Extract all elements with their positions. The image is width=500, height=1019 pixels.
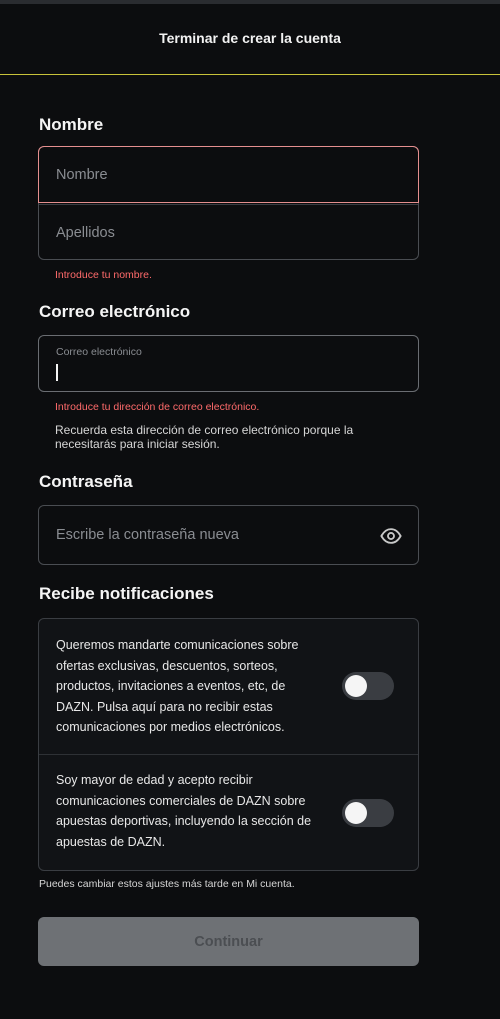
name-error-message: Introduce tu nombre. — [55, 269, 152, 281]
password-section-label: Contraseña — [39, 472, 133, 491]
toggle-knob — [345, 802, 367, 824]
email-section-label: Correo electrónico — [39, 302, 191, 321]
first-name-input[interactable]: Nombre — [38, 146, 419, 203]
notification-option: Queremos mandarte comunicaciones sobre o… — [39, 619, 418, 755]
betting-toggle[interactable] — [342, 799, 394, 827]
toggle-knob — [345, 675, 367, 697]
password-input[interactable]: Escribe la contraseña nueva — [38, 505, 419, 565]
settings-footnote: Puedes cambiar estos ajustes más tarde e… — [39, 878, 295, 890]
page-title: Terminar de crear la cuenta — [159, 30, 341, 46]
name-field-group: Nombre Apellidos — [38, 146, 419, 260]
notification-option: Soy mayor de edad y acepto recibir comun… — [39, 755, 418, 870]
last-name-input[interactable]: Apellidos — [39, 204, 418, 261]
notifications-section-label: Recibe notificaciones — [39, 584, 214, 603]
last-name-placeholder: Apellidos — [56, 225, 115, 241]
email-field-label: Correo electrónico — [56, 346, 142, 358]
name-section-label: Nombre — [39, 115, 104, 134]
notification-option-text: Queremos mandarte comunicaciones sobre o… — [56, 638, 299, 734]
eye-icon[interactable] — [380, 525, 402, 547]
notifications-panel: Queremos mandarte comunicaciones sobre o… — [38, 618, 419, 871]
first-name-placeholder: Nombre — [56, 166, 108, 183]
email-error-message: Introduce tu dirección de correo electró… — [55, 401, 260, 413]
page-header: Terminar de crear la cuenta — [0, 4, 500, 75]
notification-option-text: Soy mayor de edad y acepto recibir comun… — [56, 773, 312, 849]
email-help-text: Recuerda esta dirección de correo electr… — [55, 423, 354, 451]
email-input[interactable]: Correo electrónico — [38, 335, 419, 392]
password-placeholder: Escribe la contraseña nueva — [56, 527, 239, 543]
text-cursor — [56, 364, 58, 381]
continue-button[interactable]: Continuar — [38, 917, 419, 966]
marketing-toggle[interactable] — [342, 672, 394, 700]
